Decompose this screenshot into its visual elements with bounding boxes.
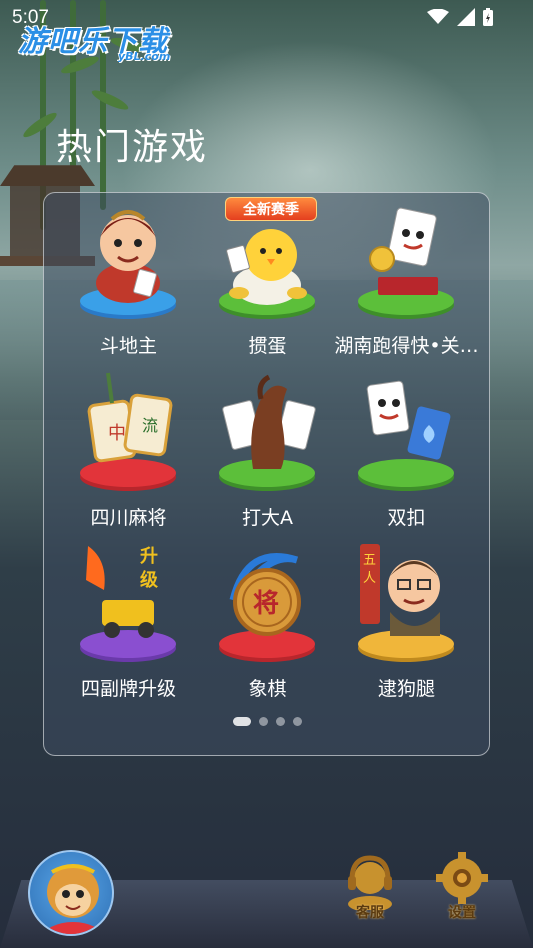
svg-text:人: 人 [363,571,376,586]
shengji-icon: 升 级 [80,546,176,662]
signal-icon [457,8,475,26]
daigoutui-icon: 五 人 [358,544,454,662]
customer-service-label: 客服 [356,905,384,921]
page-dot[interactable] [259,717,268,726]
monkey-avatar-icon [43,864,103,934]
game-label: 湖南跑得快•关… [334,335,479,357]
section-title: 热门游戏 [56,127,209,168]
settings-button[interactable]: 设置 [432,850,492,928]
game-label: 斗地主 [99,335,157,357]
svg-text:五: 五 [363,553,376,568]
game-label: 逮狗腿 [377,678,435,700]
hot-games-panel: 斗地主 全新赛季 掼蛋 湖南跑得快•关… 中 流 四川麻将 打大A 双扣 升 级… [43,192,490,756]
svg-text:级: 级 [140,569,159,591]
game-xiangqi[interactable]: 将 象棋 [195,540,340,710]
shuangkou-icon [358,380,454,491]
game-paodekuai[interactable]: 湖南跑得快•关… [334,197,479,367]
svg-text:中: 中 [108,423,126,444]
game-label: 双扣 [387,507,426,529]
svg-text:流: 流 [142,416,158,435]
gear-icon [436,852,488,904]
watermark-subtitle: yBL.com [118,50,171,63]
game-label: 打大A [242,507,293,529]
xiangqi-icon: 将 [219,552,315,662]
battery-charging-icon [483,8,493,26]
page-dot[interactable] [276,717,285,726]
game-guandan[interactable]: 全新赛季 掼蛋 [195,197,340,367]
bamboo-leaf [89,87,131,113]
dada-icon [219,374,316,491]
wifi-icon [427,9,449,24]
game-doudizhu[interactable]: 斗地主 [56,197,201,367]
game-dada[interactable]: 打大A [195,369,340,539]
game-label: 四副牌升级 [80,678,176,700]
customer-service-button[interactable]: 客服 [340,850,400,928]
game-label: 掼蛋 [248,335,287,357]
svg-text:升: 升 [140,546,158,567]
game-shengji[interactable]: 升 级 四副牌升级 [56,540,201,710]
svg-text:将: 将 [253,589,279,619]
paodekuai-icon [358,207,454,319]
settings-label: 设置 [448,905,476,921]
headset-icon [348,855,392,912]
page-dot-active[interactable] [233,717,251,726]
game-shuangkou[interactable]: 双扣 [334,369,479,539]
bottom-bar: 客服 设置 [0,850,533,948]
doudizhu-icon [80,210,176,319]
page-dot[interactable] [293,717,302,726]
game-label: 象棋 [248,678,287,700]
game-mahjong[interactable]: 中 流 四川麻将 [56,369,201,539]
avatar[interactable] [28,850,114,936]
game-label: 四川麻将 [90,507,167,529]
mahjong-icon: 中 流 [80,372,176,491]
game-daigoutui[interactable]: 五 人 逮狗腿 [334,540,479,710]
new-season-badge: 全新赛季 [225,197,317,221]
watermark-logo: 游吧乐下载 yBL.com [18,18,188,66]
page-indicator[interactable] [44,717,491,726]
